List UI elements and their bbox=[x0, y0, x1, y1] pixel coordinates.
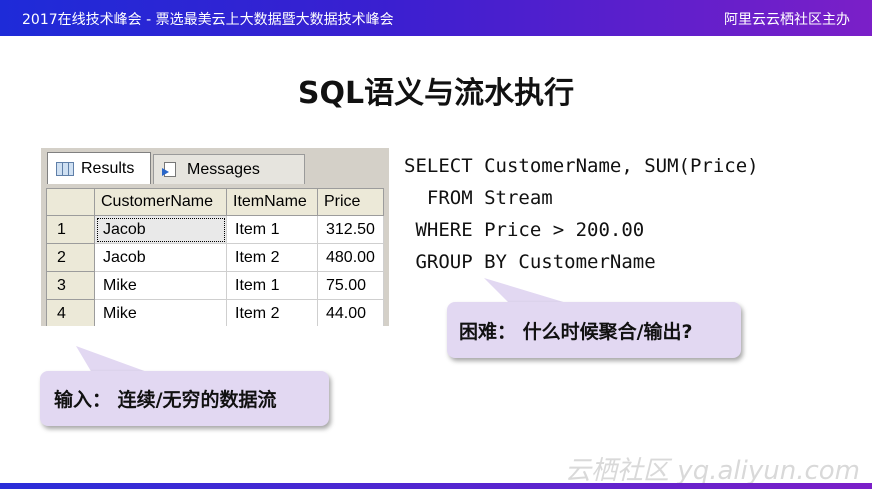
input-text: 输入： 连续/无穷的数据流 bbox=[54, 389, 277, 411]
difficulty-text: 困难： 什么时候聚合/输出? bbox=[459, 320, 693, 343]
watermark-logo: 云栖社区 yq.aliyun.com bbox=[565, 456, 860, 486]
input-callout: 输入： 连续/无穷的数据流 bbox=[40, 371, 329, 426]
bottom-bar bbox=[0, 483, 872, 489]
difficulty-callout: 困难： 什么时候聚合/输出? bbox=[447, 302, 741, 358]
